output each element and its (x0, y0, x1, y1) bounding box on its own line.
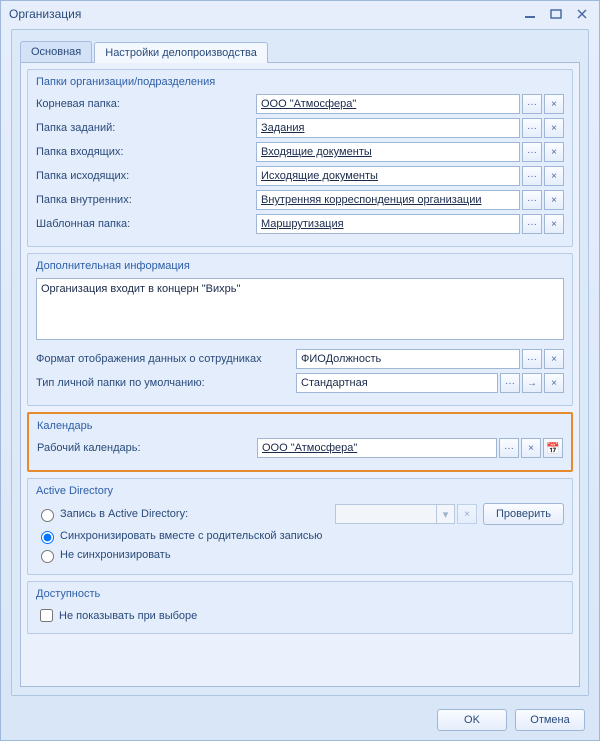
work-calendar-open-button[interactable]: 📅 (543, 438, 563, 458)
tasks-folder-label: Папка заданий: (36, 122, 256, 134)
emp-format-label: Формат отображения данных о сотрудниках (36, 353, 296, 365)
close-icon[interactable] (573, 7, 591, 21)
internal-folder-label: Папка внутренних: (36, 194, 256, 206)
work-calendar-browse-button[interactable]: ··· (499, 438, 519, 458)
group-availability-title: Доступность (36, 588, 564, 600)
window: Организация Основная Настройки делопроиз… (0, 0, 600, 741)
incoming-folder-clear-button[interactable]: × (544, 142, 564, 162)
tasks-folder-clear-button[interactable]: × (544, 118, 564, 138)
outgoing-folder-label: Папка исходящих: (36, 170, 256, 182)
tasks-folder-field[interactable]: Задания (256, 118, 520, 138)
template-folder-clear-button[interactable]: × (544, 214, 564, 234)
personal-folder-type-browse-button[interactable]: ··· (500, 373, 520, 393)
tab-settings[interactable]: Настройки делопроизводства (94, 42, 268, 63)
minimize-icon[interactable] (521, 7, 539, 21)
group-ad-title: Active Directory (36, 485, 564, 497)
work-calendar-clear-button[interactable]: × (521, 438, 541, 458)
personal-folder-type-field[interactable]: Стандартная (296, 373, 498, 393)
internal-folder-browse-button[interactable]: ··· (522, 190, 542, 210)
ok-button[interactable]: OK (437, 709, 507, 731)
ad-opt-record-label: Запись в Active Directory: (60, 508, 188, 520)
group-folders: Папки организации/подразделения Корневая… (27, 69, 573, 247)
ad-opt-record-radio[interactable] (41, 509, 54, 522)
root-folder-field[interactable]: ООО "Атмосфера" (256, 94, 520, 114)
outgoing-folder-clear-button[interactable]: × (544, 166, 564, 186)
internal-folder-field[interactable]: Внутренняя корреспонденция организации (256, 190, 520, 210)
outgoing-folder-browse-button[interactable]: ··· (522, 166, 542, 186)
incoming-folder-field[interactable]: Входящие документы (256, 142, 520, 162)
incoming-folder-label: Папка входящих: (36, 146, 256, 158)
hide-on-select[interactable]: Не показывать при выборе (36, 606, 564, 625)
personal-folder-type-label: Тип личной папки по умолчанию: (36, 377, 296, 389)
template-folder-label: Шаблонная папка: (36, 218, 256, 230)
tab-main[interactable]: Основная (20, 41, 92, 62)
personal-folder-type-goto-button[interactable]: → (522, 373, 542, 393)
work-calendar-label: Рабочий календарь: (37, 442, 257, 454)
extra-info-memo[interactable] (36, 278, 564, 340)
group-calendar-title: Календарь (37, 420, 563, 432)
group-extra-title: Дополнительная информация (36, 260, 564, 272)
tab-strip: Основная Настройки делопроизводства (20, 38, 580, 62)
ad-check-button[interactable]: Проверить (483, 503, 564, 525)
group-extra: Дополнительная информация Формат отображ… (27, 253, 573, 406)
group-availability: Доступность Не показывать при выборе (27, 581, 573, 634)
ad-opt-no-sync[interactable]: Не синхронизировать (36, 547, 564, 563)
outgoing-folder-field[interactable]: Исходящие документы (256, 166, 520, 186)
root-folder-label: Корневая папка: (36, 98, 256, 110)
hide-on-select-label: Не показывать при выборе (59, 610, 197, 622)
internal-folder-clear-button[interactable]: × (544, 190, 564, 210)
group-calendar: Календарь Рабочий календарь: ООО "Атмосф… (27, 412, 573, 472)
maximize-icon[interactable] (547, 7, 565, 21)
ad-record-field: ▾ (335, 504, 455, 524)
root-folder-browse-button[interactable]: ··· (522, 94, 542, 114)
ad-opt-record[interactable]: Запись в Active Directory: (36, 506, 335, 522)
personal-folder-type-clear-button[interactable]: × (544, 373, 564, 393)
incoming-folder-browse-button[interactable]: ··· (522, 142, 542, 162)
cancel-button[interactable]: Отмена (515, 709, 585, 731)
ad-record-clear-button: × (457, 504, 477, 524)
ad-opt-sync-parent-label: Синхронизировать вместе с родительской з… (60, 530, 322, 542)
emp-format-browse-button[interactable]: ··· (522, 349, 542, 369)
tasks-folder-browse-button[interactable]: ··· (522, 118, 542, 138)
chevron-down-icon: ▾ (436, 505, 454, 523)
footer: OK Отмена (1, 700, 599, 740)
ad-opt-no-sync-label: Не синхронизировать (60, 549, 171, 561)
root-folder-clear-button[interactable]: × (544, 94, 564, 114)
group-ad: Active Directory Запись в Active Directo… (27, 478, 573, 575)
calendar-icon: 📅 (546, 442, 560, 455)
emp-format-clear-button[interactable]: × (544, 349, 564, 369)
client-area: Основная Настройки делопроизводства Папк… (11, 29, 589, 696)
window-title: Организация (9, 7, 513, 21)
hide-on-select-checkbox[interactable] (40, 609, 53, 622)
group-folders-title: Папки организации/подразделения (36, 76, 564, 88)
template-folder-field[interactable]: Маршрутизация (256, 214, 520, 234)
ad-opt-sync-parent-radio[interactable] (41, 531, 54, 544)
template-folder-browse-button[interactable]: ··· (522, 214, 542, 234)
emp-format-field[interactable]: ФИОДолжность (296, 349, 520, 369)
titlebar: Организация (1, 1, 599, 27)
tab-body: Папки организации/подразделения Корневая… (20, 62, 580, 687)
ad-opt-no-sync-radio[interactable] (41, 550, 54, 563)
ad-opt-sync-parent[interactable]: Синхронизировать вместе с родительской з… (36, 528, 564, 544)
work-calendar-field[interactable]: ООО "Атмосфера" (257, 438, 497, 458)
